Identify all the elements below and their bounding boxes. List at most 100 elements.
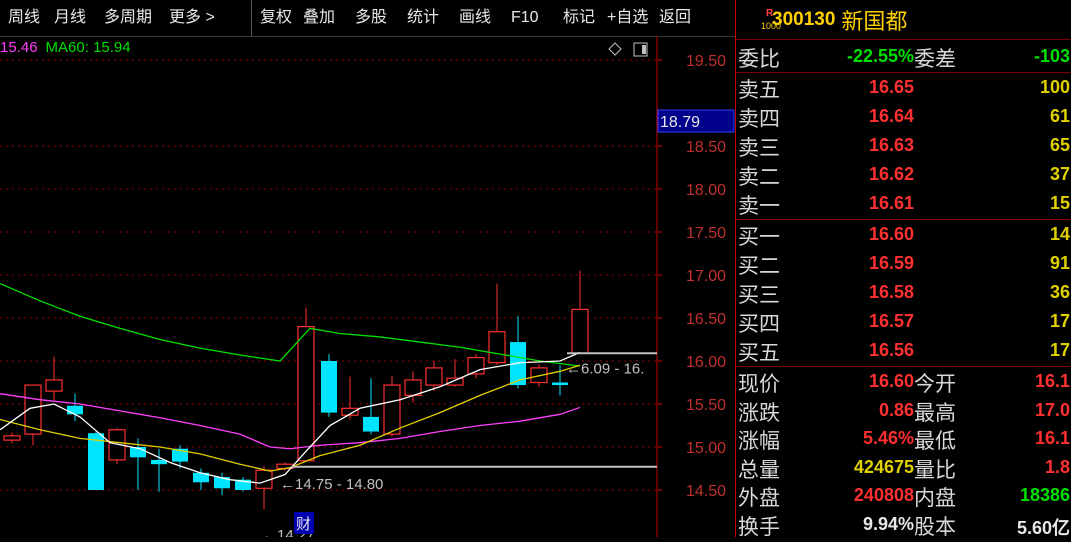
price-label: 15.00 [686,440,726,457]
candle-body [3,435,21,441]
price-label: 17.50 [686,225,726,242]
price-label: 15.50 [686,397,726,414]
stat-row: 换手 9.94% 股本 5.60亿 [736,511,1071,540]
bid-label: 买一 [738,225,780,249]
toolbar-item-3[interactable]: 更多 > [161,0,251,36]
toolbar-item-8[interactable]: 画线 [451,0,503,36]
diamond-icon [608,42,622,56]
ask-row: 卖五 16.65 100 [736,74,1071,103]
toolbar-item-2[interactable]: 多周期 [96,0,161,36]
row-label: 外盘 [738,486,780,510]
quote-panel: R 1000 300130 新国都 委比 -22.55% 委差 -103 卖五 16.65… [735,0,1071,540]
ask-label: 卖二 [738,165,780,189]
row-value-2: 17.0 [1034,399,1070,420]
candle-body [297,326,315,462]
bid-row: 买二 16.59 91 [736,250,1071,279]
row-label: 总量 [738,457,780,482]
ask-row: 卖二 16.62 37 [736,161,1071,190]
row-label-2: 最高 [914,400,956,425]
row-value: 9.94% [862,513,914,534]
row-value: 0.86 [878,399,914,420]
finance-marker: 财 [296,515,311,533]
bid-row: 买四 16.57 17 [736,308,1071,337]
row-label-2: 股本 [914,514,956,539]
toolbar-item-9[interactable]: F10 [503,0,555,36]
toolbar-item-7[interactable]: 统计 [399,0,451,36]
row-label: 涨幅 [738,429,780,453]
row-label: 现价 [738,372,780,396]
row-value-2: 18386 [1019,485,1070,505]
row-label-2: 最低 [914,429,956,453]
toolbar-item-10[interactable]: 标记 [555,0,599,36]
price-label: 17.00 [686,268,726,285]
row-label-2: 量比 [914,457,956,482]
ask-row: 卖三 16.63 65 [736,132,1071,161]
candle-body [446,377,464,386]
candle-body [88,433,104,490]
row-value: 16.60 [868,371,914,391]
candle-body [425,367,443,386]
ask-volume: 37 [1049,164,1070,184]
price-label: 16.00 [686,354,726,371]
row-value-2: 5.60亿 [1016,517,1070,538]
ask-label: 卖四 [738,107,780,131]
bid-price: 16.59 [868,253,914,273]
bid-label: 买五 [738,341,780,365]
price-label: 18.50 [686,139,726,156]
ask-price: 16.61 [868,193,914,213]
ask-label: 卖一 [738,194,780,218]
divider [736,219,1071,220]
ask-label: 卖三 [738,136,780,160]
logo-n: 1000 [761,20,782,31]
row-label-2: 内盘 [914,486,956,510]
candle-body [67,405,83,415]
ask-price: 16.63 [868,135,914,155]
ma-legend: 15.46 MA60: 15.94 [0,39,139,56]
market-logo: R 1000 [736,2,781,38]
toolbar-item-1[interactable]: 月线 [46,0,96,36]
ask-volume: 61 [1049,106,1070,126]
price-label: 18.00 [686,182,726,199]
price-label: 19.50 [686,53,726,70]
bid-row: 买三 16.58 36 [736,279,1071,308]
divider [736,366,1071,367]
ma10-line [0,364,581,472]
ask-label: 卖五 [738,78,780,102]
toolbar-item-4[interactable]: 复权 [251,0,295,36]
toolbar-item-5[interactable]: 叠加 [295,0,347,36]
bid-row: 买一 16.60 14 [736,221,1071,250]
kline-svg[interactable]: 19.50 18.50 18.00 17.50 17.00 16.50 16.00 15.50… [0,36,735,542]
stat-row: 外盘 240808 内盘 18386 [736,482,1071,511]
row-label: 委比 [738,47,780,71]
candle-body [571,308,589,354]
row-value-2: 16.1 [1034,428,1070,448]
row-value-2: 1.8 [1044,456,1070,477]
ask-volume: 15 [1049,193,1070,213]
bid-price: 16.60 [868,224,914,244]
toolbar-item-0[interactable]: 周线 [0,0,46,36]
row-value: 5.46% [862,428,914,448]
row-value: -22.55% [846,46,914,66]
bid-volume: 36 [1049,282,1070,302]
ma5-line [0,351,581,484]
annotation-high: ←6.09 - 16. [566,360,644,377]
logo-r: R [766,7,774,19]
row-value-2: -103 [1033,46,1070,66]
ask-price: 16.62 [868,164,914,184]
bid-volume: 14 [1049,224,1070,244]
toolbar-item-12[interactable]: 返回 [651,0,701,36]
toolbar-item-11[interactable]: +自选 [599,0,651,36]
row-label: 涨跌 [738,400,780,425]
row-value-2: 16.1 [1034,371,1070,391]
price-label: 14.50 [686,483,726,500]
ask-row: 卖四 16.64 61 [736,103,1071,132]
candle-body [363,416,379,432]
ma-legend-item: MA60: 15.94 [45,39,131,56]
stat-row: 涨跌 0.86 最高 17.0 [736,397,1071,426]
ask-volume: 65 [1049,135,1070,155]
row-label-2: 委差 [914,47,956,71]
kline-chart[interactable]: 19.50 18.50 18.00 17.50 17.00 16.50 16.00 15.50… [0,36,735,542]
toolbar-item-6[interactable]: 多股 [347,0,399,36]
ask-price: 16.65 [868,77,914,97]
row-value: 424675 [853,456,914,477]
